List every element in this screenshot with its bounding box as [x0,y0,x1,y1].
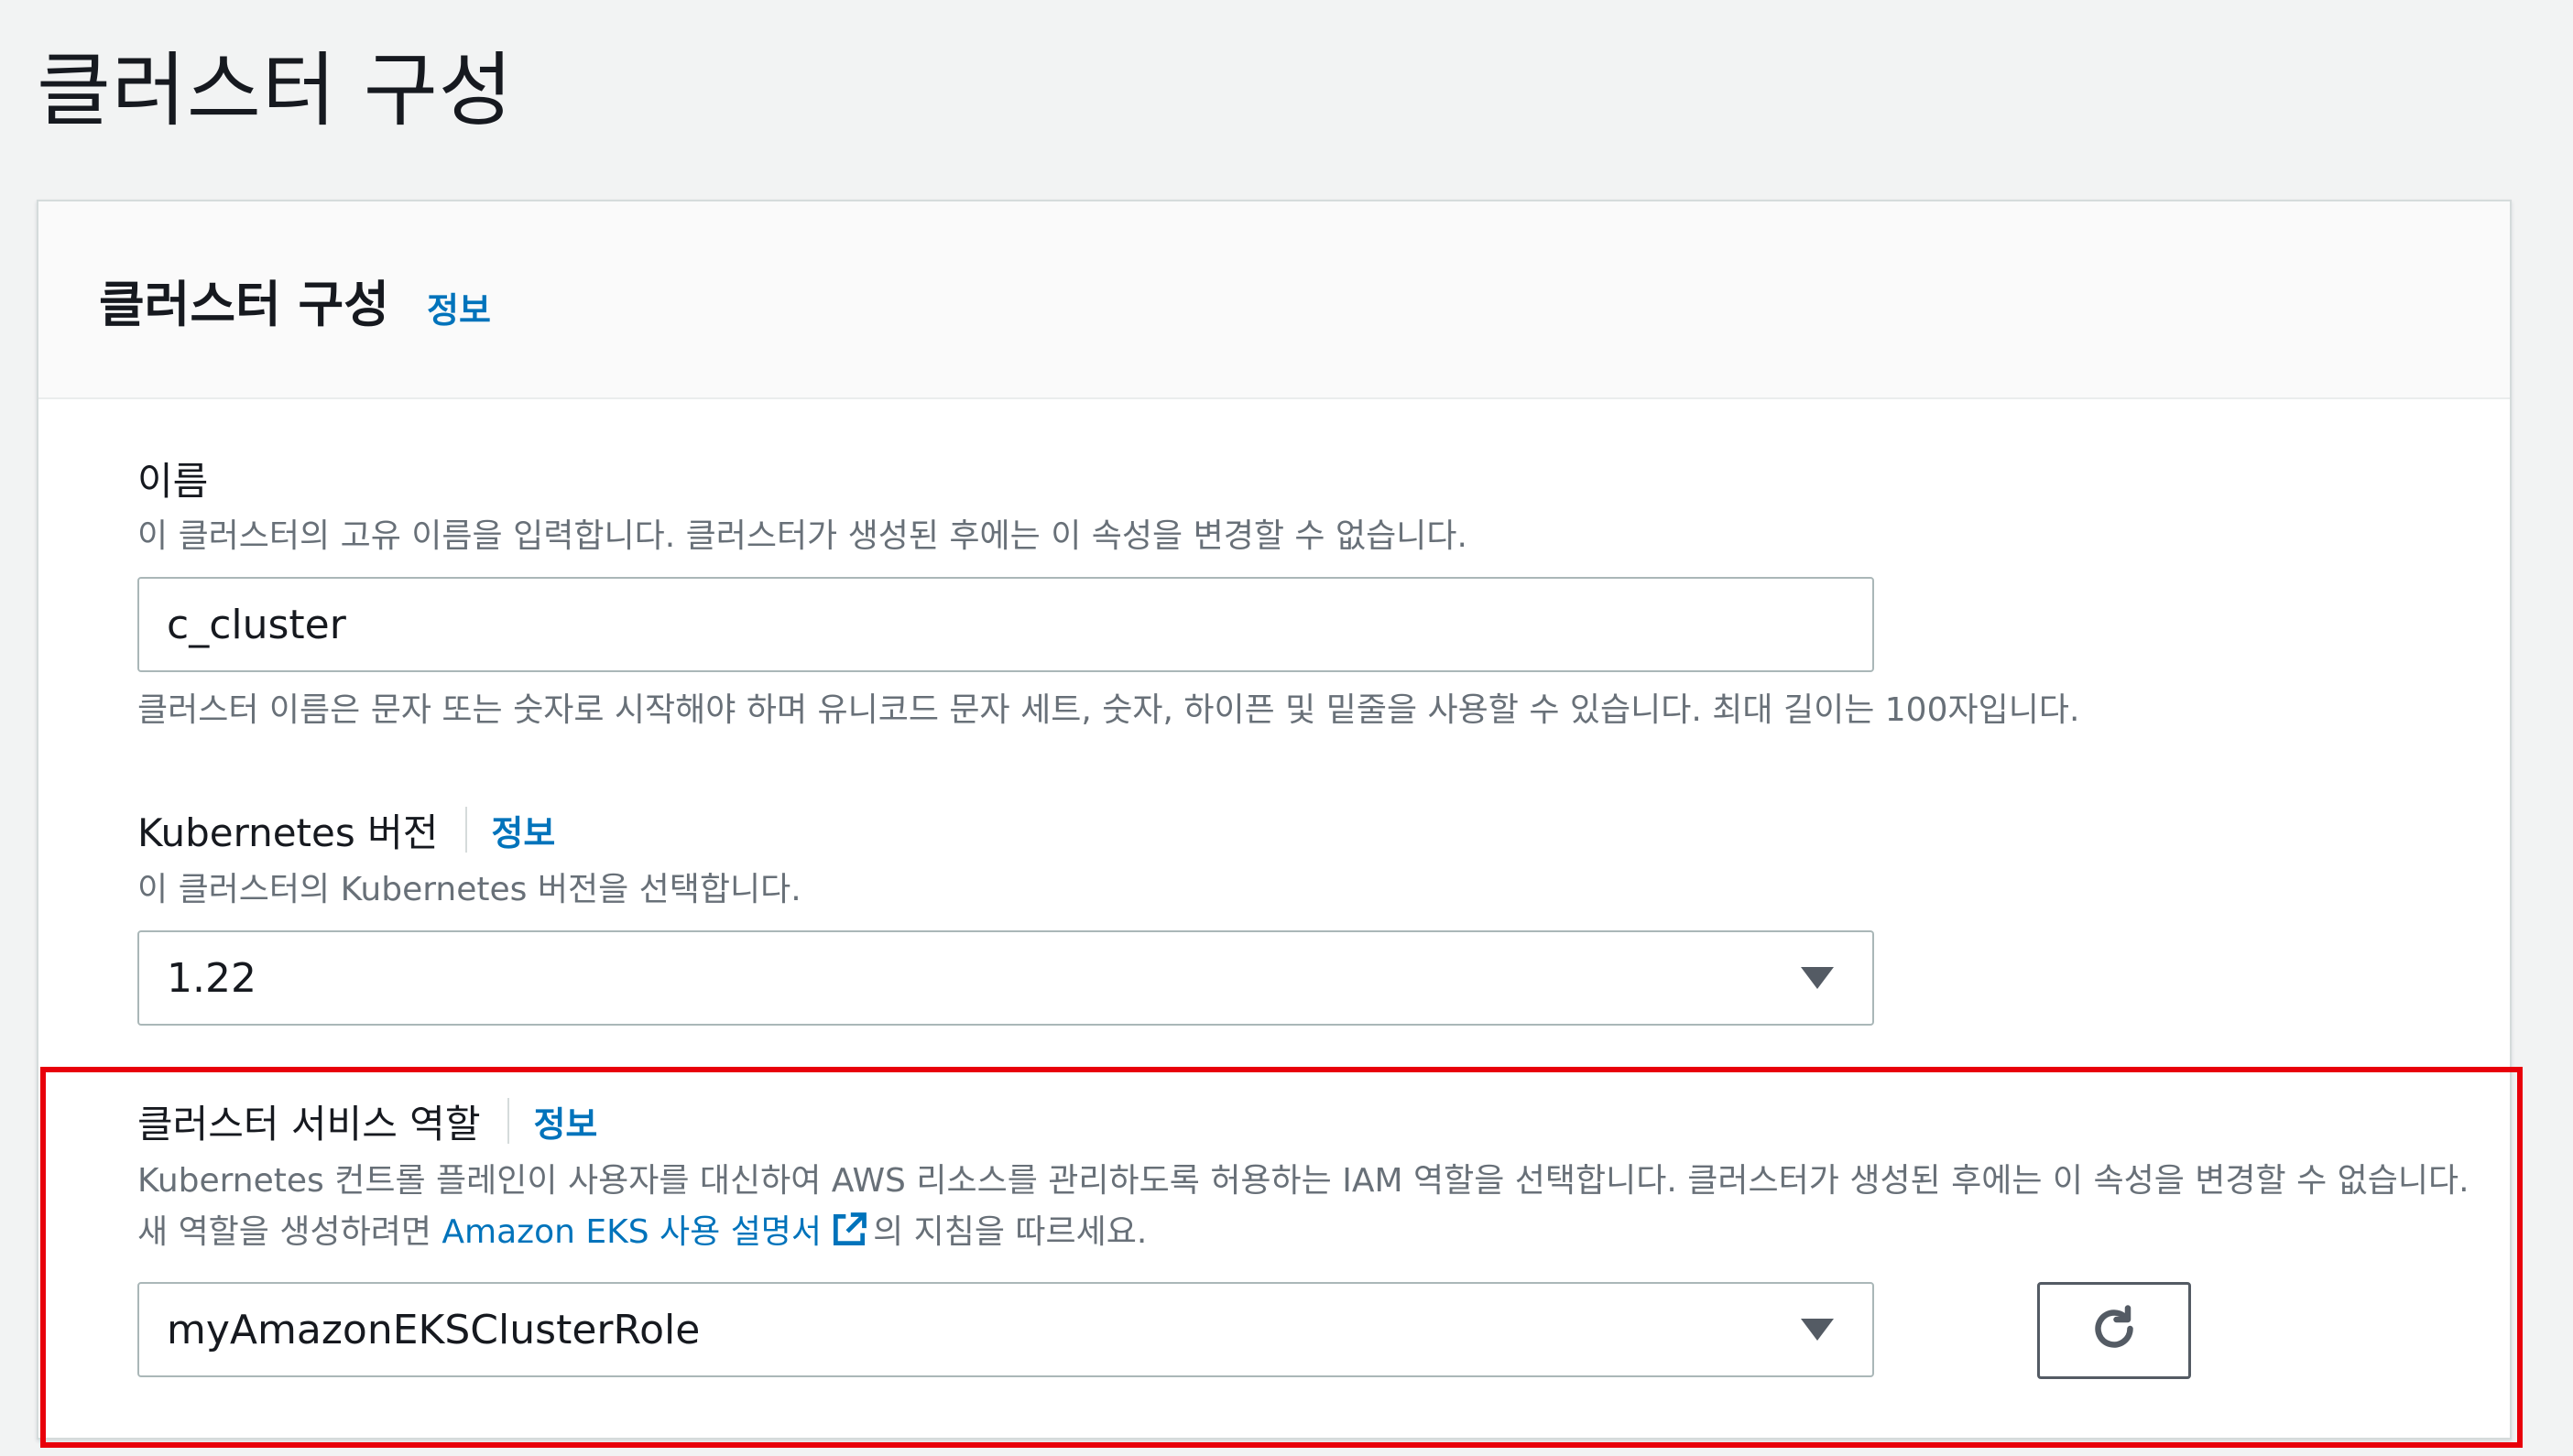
external-link-icon [829,1210,869,1266]
label-divider [507,1098,510,1144]
eks-user-guide-link[interactable]: Amazon EKS 사용 설명서 [442,1213,822,1251]
service-role-label-row: 클러스터 서비스 역할 정보 [137,1093,2482,1148]
k8s-version-selected: 1.22 [167,954,256,1002]
k8s-version-select[interactable]: 1.22 [137,930,1874,1026]
name-label: 이름 [137,458,209,504]
panel-info-link[interactable]: 정보 [427,282,491,332]
panel-title: 클러스터 구성 [99,276,389,333]
k8s-version-label-row: Kubernetes 버전 정보 [137,802,1874,857]
service-role-label: 클러스터 서비스 역할 [137,1101,481,1146]
service-role-desc-part2: 의 지침을 따르세요. [873,1213,1148,1251]
label-divider [465,807,468,853]
cluster-name-input[interactable]: c_cluster [137,577,1874,672]
service-role-selected: myAmazonEKSClusterRole [167,1306,701,1353]
k8s-version-description: 이 클러스터의 Kubernetes 버전을 선택합니다. [137,871,801,908]
page: 클러스터 구성 클러스터 구성 정보 이름 이 클러스터의 고유 이름을 입력합… [0,0,2573,1456]
name-constraint-text: 클러스터 이름은 문자 또는 숫자로 시작해야 하며 유니코드 문자 세트, 숫… [137,691,2080,729]
service-role-select-row: myAmazonEKSClusterRole [137,1282,2482,1379]
name-description: 이 클러스터의 고유 이름을 입력합니다. 클러스터가 생성된 후에는 이 속성… [137,517,1467,555]
name-field: 이름 이 클러스터의 고유 이름을 입력합니다. 클러스터가 생성된 후에는 이… [137,451,2079,736]
k8s-version-info-link[interactable]: 정보 [491,805,555,855]
k8s-version-field: Kubernetes 버전 정보 이 클러스터의 Kubernetes 버전을 … [137,802,1874,1026]
cluster-config-panel: 클러스터 구성 정보 이름 이 클러스터의 고유 이름을 입력합니다. 클러스터… [37,200,2512,1440]
refresh-icon [2087,1301,2142,1360]
caret-down-icon [1801,967,1834,989]
service-role-select[interactable]: myAmazonEKSClusterRole [137,1282,1874,1377]
service-role-field: 클러스터 서비스 역할 정보 Kubernetes 컨트롤 플레인이 사용자를 … [137,1093,2482,1379]
panel-header: 클러스터 구성 정보 [38,201,2510,399]
service-role-info-link[interactable]: 정보 [533,1096,597,1146]
k8s-version-label: Kubernetes 버전 [137,809,439,855]
caret-down-icon [1801,1319,1834,1341]
service-role-description: Kubernetes 컨트롤 플레인이 사용자를 대신하여 AWS 리소스를 관… [137,1156,2482,1266]
refresh-roles-button[interactable] [2037,1282,2191,1379]
page-title: 클러스터 구성 [37,43,514,137]
